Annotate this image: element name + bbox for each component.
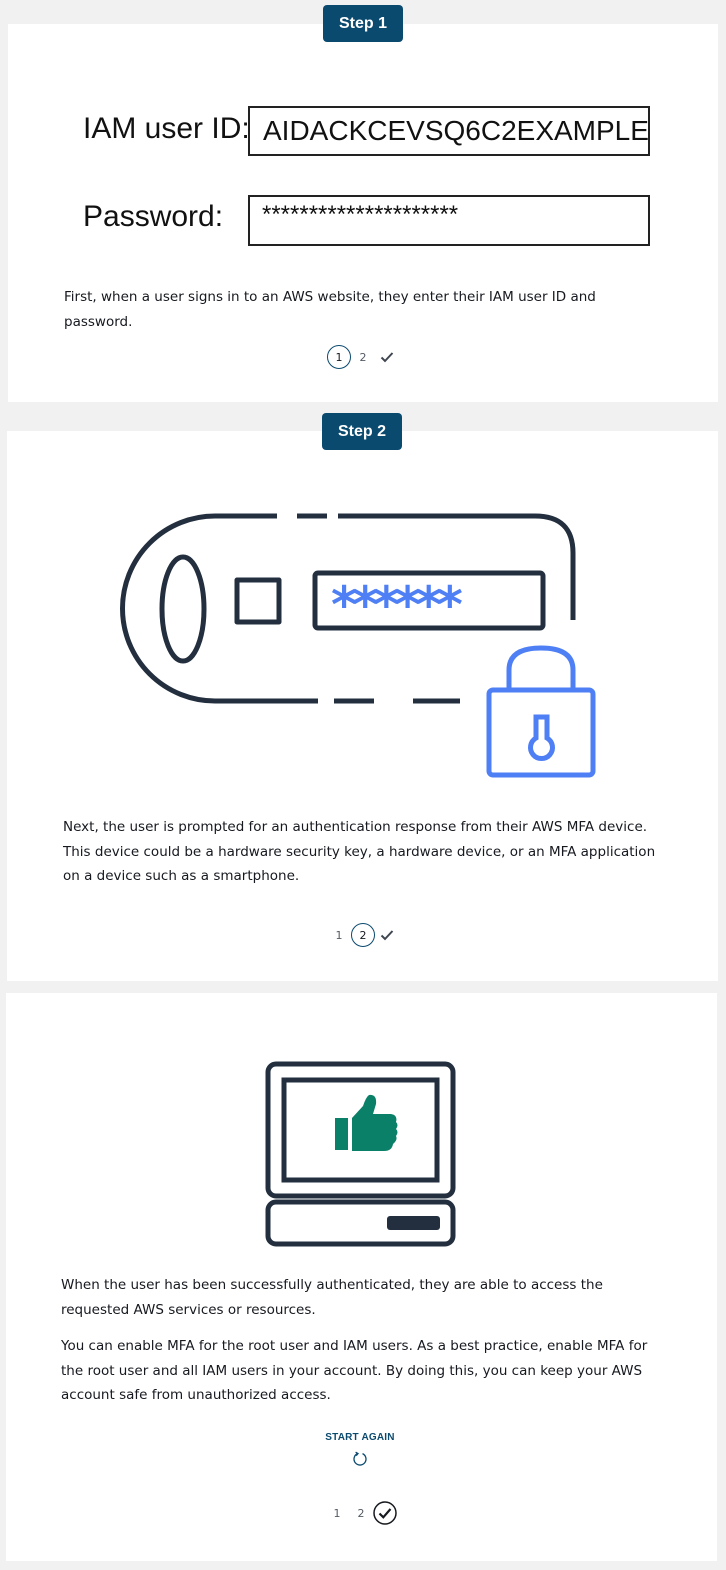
- step-2-badge: Step 2: [322, 413, 402, 450]
- step-2-description: Next, the user is prompted for an authen…: [63, 819, 656, 884]
- mfa-best-practice-text: You can enable MFA for the root user and…: [61, 1338, 648, 1403]
- step-1-badge: Step 1: [323, 5, 403, 42]
- restart-icon[interactable]: [352, 1451, 368, 1467]
- password-label: Password:: [83, 200, 224, 233]
- computer-illustration: [265, 1061, 456, 1247]
- pager-page-1[interactable]: 1: [327, 345, 351, 369]
- pager-page-2[interactable]: 2: [349, 1501, 373, 1525]
- step-3-pager: 1 2: [325, 1501, 397, 1525]
- step-1-pager: 1 2: [327, 345, 399, 369]
- thumbs-up-icon: [335, 1094, 398, 1151]
- checkmark-icon[interactable]: [375, 345, 399, 369]
- iam-user-id-label: IAM user ID:: [83, 112, 250, 145]
- security-key-illustration: ******: [120, 513, 596, 778]
- step-3-description: When the user has been successfully auth…: [61, 1277, 603, 1318]
- padlock-icon: [486, 645, 596, 778]
- step-2-pager: 1 2: [327, 923, 399, 947]
- pager-page-1[interactable]: 1: [327, 923, 351, 947]
- start-again-button[interactable]: START AGAIN: [300, 1432, 420, 1443]
- iam-user-id-field: AIDACKCEVSQ6C2EXAMPLE: [248, 106, 650, 156]
- masked-code: ******: [331, 576, 468, 634]
- password-field: *********************: [248, 195, 650, 246]
- pager-page-2[interactable]: 2: [351, 923, 375, 947]
- checkmark-icon[interactable]: [373, 1501, 397, 1525]
- checkmark-icon[interactable]: [375, 923, 399, 947]
- svg-text:******: ******: [331, 576, 463, 634]
- step-1-description: First, when a user signs in to an AWS we…: [64, 289, 596, 330]
- pager-page-2[interactable]: 2: [351, 345, 375, 369]
- pager-page-1[interactable]: 1: [325, 1501, 349, 1525]
